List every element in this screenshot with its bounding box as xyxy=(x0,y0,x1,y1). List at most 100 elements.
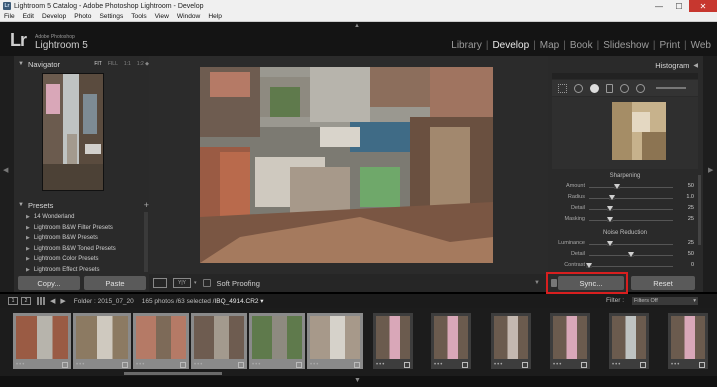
slider-row[interactable]: Masking 25 xyxy=(552,216,698,224)
radial-filter-icon[interactable] xyxy=(620,83,629,93)
filmstrip-thumbnail[interactable]: ••• xyxy=(307,313,363,369)
navigator-header[interactable]: ▼ Navigator FIT FILL 1:1 1:2 ◆ xyxy=(18,58,149,70)
preset-folder[interactable]: ▶ Lightroom Color Presets xyxy=(18,254,149,265)
filmstrip-thumbnail[interactable]: ••• xyxy=(13,313,71,369)
preset-folder[interactable]: ▶ Lightroom B&W Filter Presets xyxy=(18,223,149,234)
left-edge-strip[interactable] xyxy=(0,56,14,292)
filmstrip-thumbnail[interactable]: ••• xyxy=(373,313,413,369)
module-library[interactable]: Library xyxy=(451,40,482,51)
module-web[interactable]: Web xyxy=(691,40,711,51)
slider-track[interactable] xyxy=(589,208,673,210)
preset-folder[interactable]: ▶ Lightroom B&W Toned Presets xyxy=(18,244,149,255)
before-after-icon[interactable]: Y|Y xyxy=(173,278,191,288)
rating-dots[interactable]: ••• xyxy=(671,362,680,368)
crop-overlay-icon[interactable] xyxy=(558,83,567,93)
rating-dots[interactable]: ••• xyxy=(76,362,85,368)
preset-folder[interactable]: ▶ Lightroom Effect Presets xyxy=(18,265,149,276)
slider-value[interactable]: 1.0 xyxy=(676,194,694,200)
chevron-down-icon[interactable]: ▾ xyxy=(194,280,197,286)
filmstrip-thumbnail[interactable]: ••• xyxy=(668,313,708,369)
current-filename[interactable]: IBQ_4914.CR2 ▾ xyxy=(214,298,263,305)
navigator-preview-image[interactable] xyxy=(42,73,104,191)
slider-row[interactable]: Amount 50 xyxy=(552,183,698,191)
module-print[interactable]: Print xyxy=(659,40,680,51)
presets-header[interactable]: ▼ Presets + xyxy=(18,199,149,211)
rating-dots[interactable]: ••• xyxy=(553,362,562,368)
right-edge-strip[interactable] xyxy=(703,56,717,292)
rating-dots[interactable]: ••• xyxy=(136,362,145,368)
folder-source[interactable]: Folder : 2015_07_20 xyxy=(74,298,134,305)
spot-removal-icon[interactable] xyxy=(574,83,583,93)
menu-develop[interactable]: Develop xyxy=(38,13,70,20)
collapse-top-panel-icon[interactable]: ▲ xyxy=(354,23,360,29)
preset-folder[interactable]: ▶ Lightroom B&W Presets xyxy=(18,233,149,244)
zoom-1-2[interactable]: 1:2 ◆ xyxy=(137,61,149,67)
copy-button[interactable]: Copy... xyxy=(18,276,80,290)
filter-dropdown[interactable]: Filters Off xyxy=(632,297,698,305)
slider-track[interactable] xyxy=(589,186,673,188)
slider-value[interactable]: 25 xyxy=(676,240,694,246)
filmstrip-thumbnail[interactable]: ••• xyxy=(73,313,131,369)
collapse-left-panel-icon[interactable]: ◀ xyxy=(3,166,8,174)
filmstrip-thumbnail[interactable]: ••• xyxy=(609,313,649,369)
back-arrow-icon[interactable]: ◀ xyxy=(50,297,55,305)
menu-edit[interactable]: Edit xyxy=(19,13,38,20)
filmstrip-thumbnail[interactable]: ••• xyxy=(491,313,531,369)
menu-view[interactable]: View xyxy=(151,13,173,20)
tool-slider[interactable] xyxy=(656,87,686,89)
red-eye-icon[interactable] xyxy=(590,83,599,93)
rating-dots[interactable]: ••• xyxy=(494,362,503,368)
slider-track[interactable] xyxy=(589,219,673,221)
rating-dots[interactable]: ••• xyxy=(252,362,261,368)
slider-thumb[interactable] xyxy=(628,252,634,257)
slider-thumb[interactable] xyxy=(586,263,592,268)
slider-value[interactable]: 25 xyxy=(676,216,694,222)
filmstrip-thumbnail[interactable]: ••• xyxy=(431,313,471,369)
main-window-button[interactable]: 1 xyxy=(8,297,18,305)
slider-thumb[interactable] xyxy=(608,195,615,200)
filmstrip-thumbnail[interactable]: ••• xyxy=(133,313,189,369)
rating-dots[interactable]: ••• xyxy=(16,362,25,368)
paste-button[interactable]: Paste xyxy=(84,276,146,290)
loupe-view-icon[interactable] xyxy=(153,278,167,288)
slider-thumb[interactable] xyxy=(607,241,613,246)
slider-row[interactable]: Contrast 0 xyxy=(552,262,698,270)
slider-row[interactable]: Detail 50 xyxy=(552,251,698,259)
slider-track[interactable] xyxy=(589,197,673,199)
filmstrip-thumbnail[interactable]: ••• xyxy=(191,313,247,369)
collapse-right-panel-icon[interactable]: ▶ xyxy=(708,166,713,174)
graduated-filter-icon[interactable] xyxy=(606,83,613,93)
slider-thumb[interactable] xyxy=(607,206,613,211)
slider-value[interactable]: 0 xyxy=(676,262,694,268)
histogram-header[interactable]: Histogram ◀ xyxy=(552,58,698,72)
slider-row[interactable]: Luminance 25 xyxy=(552,240,698,248)
slider-value[interactable]: 50 xyxy=(676,183,694,189)
detail-preview-image[interactable] xyxy=(612,102,666,160)
slider-track[interactable] xyxy=(589,265,673,267)
add-preset-icon[interactable]: + xyxy=(144,200,149,210)
rating-dots[interactable]: ••• xyxy=(194,362,203,368)
slider-thumb[interactable] xyxy=(613,184,620,189)
reset-button[interactable]: Reset xyxy=(631,276,695,290)
menu-window[interactable]: Window xyxy=(173,13,204,20)
minimize-button[interactable]: — xyxy=(649,0,669,12)
filmstrip-thumbnail[interactable]: ••• xyxy=(249,313,305,369)
zoom-fill[interactable]: FILL xyxy=(108,61,118,67)
module-map[interactable]: Map xyxy=(540,40,559,51)
zoom-1-1[interactable]: 1:1 xyxy=(124,61,131,67)
main-photo-preview[interactable] xyxy=(200,67,493,263)
grid-view-icon[interactable] xyxy=(37,297,45,305)
menu-photo[interactable]: Photo xyxy=(70,13,95,20)
preset-folder[interactable]: ▶ 14 Wonderland xyxy=(18,212,149,223)
rating-dots[interactable]: ••• xyxy=(310,362,319,368)
zoom-fit[interactable]: FIT xyxy=(94,61,102,67)
slider-value[interactable]: 25 xyxy=(676,205,694,211)
filmstrip-scroll-thumb[interactable] xyxy=(124,372,222,375)
menu-help[interactable]: Help xyxy=(204,13,226,20)
rating-dots[interactable]: ••• xyxy=(434,362,443,368)
slider-value[interactable]: 50 xyxy=(676,251,694,257)
module-develop[interactable]: Develop xyxy=(492,40,529,51)
presets-scrollbar[interactable] xyxy=(144,212,148,272)
slider-row[interactable]: Radius 1.0 xyxy=(552,194,698,202)
slider-track[interactable] xyxy=(589,243,673,245)
